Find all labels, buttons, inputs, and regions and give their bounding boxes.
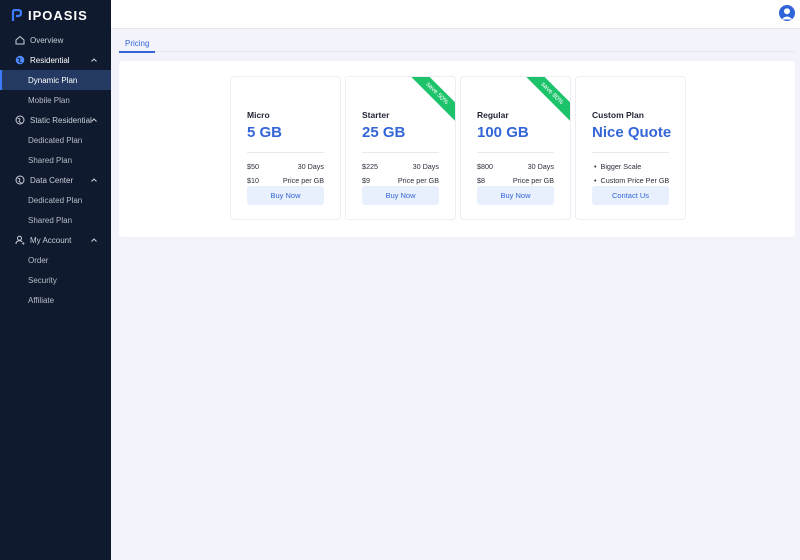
divider (362, 152, 439, 153)
tab-bar: Pricing (111, 29, 800, 53)
top-header (111, 0, 800, 29)
plan-price: $225 (362, 162, 378, 171)
plan-feature: Bigger Scale (594, 162, 642, 171)
plan-row: $800 30 Days (477, 162, 554, 171)
sidebar-item-label: My Account (30, 235, 72, 245)
sidebar-item-label: Shared Plan (28, 215, 73, 225)
plan-row: $9 Price per GB (362, 176, 439, 185)
sidebar-item-label: Dynamic Plan (28, 75, 78, 85)
plan-size: 100 GB (477, 124, 529, 141)
chevron-up-icon (91, 238, 97, 242)
sidebar-item-mobile-plan[interactable]: Mobile Plan (0, 90, 111, 110)
sidebar-item-static-shared-plan[interactable]: Shared Plan (0, 150, 111, 170)
sidebar: IPOASIS Overview Residential Dynamic Pla… (0, 0, 111, 560)
sidebar-item-label: Order (28, 255, 49, 265)
plan-unit-label: Price per GB (512, 176, 554, 185)
sidebar-item-dc-shared-plan[interactable]: Shared Plan (0, 210, 111, 230)
globe-icon (15, 175, 25, 185)
sidebar-item-label: Overview (30, 35, 64, 45)
plan-duration: 30 Days (297, 162, 324, 171)
sidebar-item-label: Affiliate (28, 295, 55, 305)
sidebar-item-label: Security (28, 275, 57, 285)
sidebar-nav: Overview Residential Dynamic Plan Mobile… (0, 30, 111, 310)
globe-icon (15, 115, 25, 125)
plan-size: 25 GB (362, 124, 406, 141)
plan-unit-label: Price per GB (397, 176, 439, 185)
buy-now-button[interactable]: Buy Now (362, 186, 439, 205)
plan-name: Custom Plan (592, 110, 644, 120)
divider (592, 152, 669, 153)
chevron-up-icon (91, 58, 97, 62)
sidebar-item-static-residential[interactable]: Static Residential (0, 110, 111, 130)
pricing-panel: Micro 5 GB $50 30 Days $10 Price per GB … (119, 61, 795, 237)
plan-row: $225 30 Days (362, 162, 439, 171)
plan-duration: 30 Days (412, 162, 439, 171)
sidebar-item-label: Dedicated Plan (28, 195, 83, 205)
tab-divider (119, 51, 795, 52)
sidebar-item-data-center[interactable]: Data Center (0, 170, 111, 190)
plan-feature: Custom Price Per GB (594, 176, 670, 185)
plan-card-micro: Micro 5 GB $50 30 Days $10 Price per GB … (230, 76, 341, 220)
tab-pricing[interactable]: Pricing (119, 38, 156, 53)
plan-size: 5 GB (247, 124, 283, 141)
plan-unit-label: Price per GB (282, 176, 324, 185)
brand-name: IPOASIS (28, 7, 88, 23)
plan-duration: 30 Days (527, 162, 554, 171)
sidebar-item-dynamic-plan[interactable]: Dynamic Plan (0, 70, 111, 90)
sidebar-item-label: Static Residential (30, 115, 92, 125)
discount-ribbon: save 80% (519, 77, 570, 127)
sidebar-item-label: Mobile Plan (28, 95, 70, 105)
divider (247, 152, 324, 153)
plan-name: Starter (362, 110, 390, 120)
sidebar-item-residential[interactable]: Residential (0, 50, 111, 70)
plan-price: $800 (477, 162, 493, 171)
discount-ribbon: save 50% (404, 77, 455, 127)
buy-now-button[interactable]: Buy Now (247, 186, 324, 205)
plan-name: Regular (477, 110, 509, 120)
plan-name: Micro (247, 110, 270, 120)
plan-card-starter: save 50% Starter 25 GB $225 30 Days $9 P… (345, 76, 456, 220)
buy-now-button[interactable]: Buy Now (477, 186, 554, 205)
plan-card-custom: Custom Plan Nice Quote Bigger Scale Cust… (575, 76, 686, 220)
sidebar-item-static-dedicated-plan[interactable]: Dedicated Plan (0, 130, 111, 150)
plan-row: $8 Price per GB (477, 176, 554, 185)
plan-price: $50 (247, 162, 259, 171)
sidebar-item-affiliate[interactable]: Affiliate (0, 290, 111, 310)
plan-size: Nice Quote (592, 124, 672, 141)
chevron-up-icon (91, 178, 97, 182)
plan-row: $50 30 Days (247, 162, 324, 171)
logo-icon (11, 8, 22, 21)
globe-icon (15, 55, 25, 65)
user-icon (15, 235, 25, 245)
sidebar-item-label: Data Center (30, 175, 74, 185)
plan-unit-price: $9 (362, 176, 370, 185)
sidebar-item-dc-dedicated-plan[interactable]: Dedicated Plan (0, 190, 111, 210)
sidebar-item-overview[interactable]: Overview (0, 30, 111, 50)
plan-row: $10 Price per GB (247, 176, 324, 185)
plan-unit-price: $8 (477, 176, 485, 185)
contact-us-button[interactable]: Contact Us (592, 186, 669, 205)
sidebar-item-label: Shared Plan (28, 155, 73, 165)
plan-card-regular: save 80% Regular 100 GB $800 30 Days $8 … (460, 76, 571, 220)
sidebar-item-order[interactable]: Order (0, 250, 111, 270)
sidebar-item-label: Residential (30, 55, 70, 65)
avatar-icon[interactable] (779, 5, 795, 21)
plan-unit-price: $10 (247, 176, 259, 185)
sidebar-item-label: Dedicated Plan (28, 135, 83, 145)
chevron-up-icon (91, 118, 97, 122)
sidebar-item-my-account[interactable]: My Account (0, 230, 111, 250)
home-icon (15, 35, 25, 45)
divider (477, 152, 554, 153)
brand[interactable]: IPOASIS (0, 0, 111, 30)
sidebar-item-security[interactable]: Security (0, 270, 111, 290)
